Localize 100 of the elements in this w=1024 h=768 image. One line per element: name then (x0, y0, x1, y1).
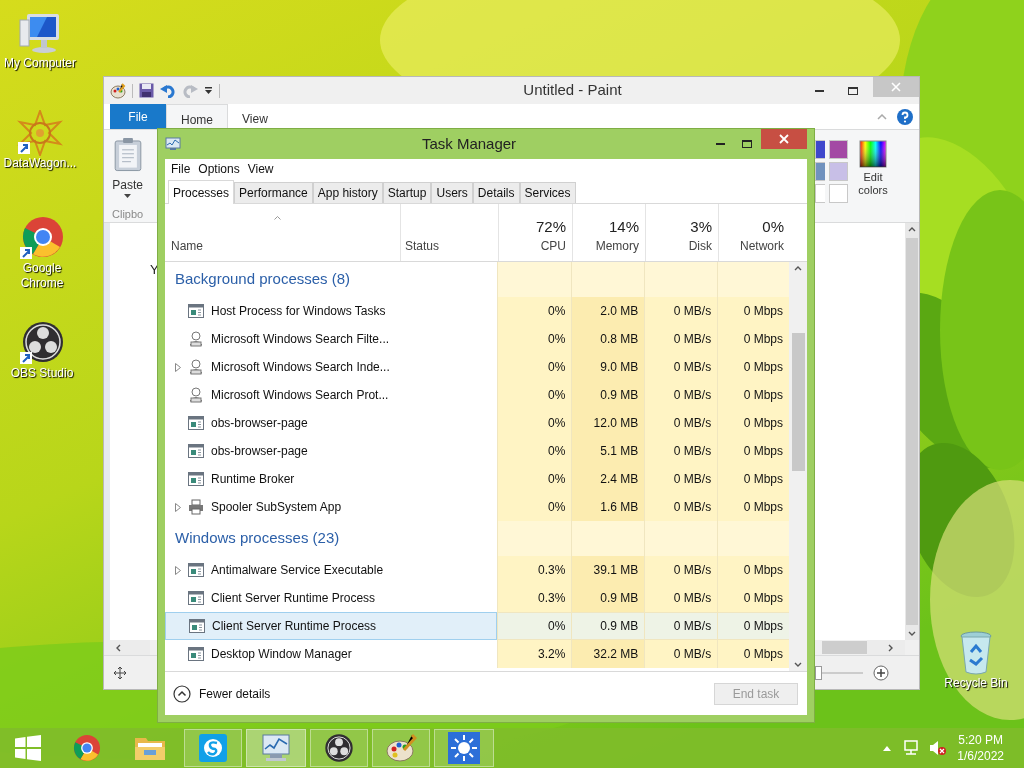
usage-value: 0% (548, 415, 566, 432)
process-name-cell[interactable]: Microsoft Windows Search Filte... (165, 325, 498, 353)
process-name-cell[interactable]: Desktop Window Manager (165, 640, 498, 668)
window-title: Untitled - Paint (522, 80, 623, 101)
muted-speaker-icon[interactable] (929, 740, 948, 756)
column-header[interactable]: Memory (595, 237, 639, 255)
process-name-cell[interactable]: Runtime Broker (165, 465, 498, 493)
edit-colors-button[interactable]: Edit colors (856, 140, 890, 197)
slider-thumb[interactable] (815, 665, 823, 680)
paste-label[interactable]: Paste (112, 175, 143, 194)
process-name-cell[interactable]: Client Server Runtime Process (165, 584, 498, 612)
taskbar-button[interactable] (434, 729, 494, 767)
scroll-down-icon[interactable] (794, 662, 802, 667)
usage-value: 2.4 MB (600, 471, 639, 488)
usage-value: 0.3% (538, 590, 566, 607)
ribbon-tab[interactable]: Home (166, 104, 228, 129)
maximize-icon (742, 140, 752, 148)
color-swatch[interactable] (829, 162, 848, 181)
menu-item[interactable]: File (168, 160, 194, 178)
tab[interactable]: Processes (168, 180, 235, 204)
group-header: Windows processes (23) (175, 528, 340, 549)
process-name-cell[interactable]: Antimalware Service Executable (165, 556, 498, 584)
usage-value: 1.6 MB (600, 499, 639, 516)
show-hidden-icons-icon[interactable] (883, 745, 892, 751)
expand-arrow-icon[interactable] (175, 502, 181, 512)
column-header[interactable]: Name (171, 237, 203, 255)
help-icon[interactable] (897, 108, 913, 125)
taskbar-button[interactable] (310, 729, 368, 767)
vertical-scrollbar[interactable] (789, 262, 807, 671)
vertical-scrollbar[interactable] (905, 223, 919, 640)
tab[interactable]: Users (431, 182, 473, 203)
scrollbar-thumb[interactable] (791, 333, 805, 471)
color-swatch[interactable] (815, 140, 825, 159)
usage-value: 0.9 MB (600, 618, 639, 635)
process-name: obs-browser-page (211, 443, 308, 460)
usage-value: 0 Mbps (743, 331, 784, 348)
tab[interactable]: App history (312, 182, 383, 203)
star-mandala-icon (17, 110, 63, 156)
expand-arrow-icon[interactable] (175, 362, 181, 372)
maximize-icon (848, 86, 858, 95)
tab[interactable]: Services (519, 182, 576, 203)
color-swatch[interactable] (829, 140, 848, 159)
process-name-cell[interactable]: Host Process for Windows Tasks (165, 297, 498, 325)
process-name: Desktop Window Manager (211, 646, 352, 663)
clipboard-icon[interactable] (112, 138, 143, 172)
usage-value: 0 Mbps (743, 387, 784, 404)
scroll-up-icon[interactable] (908, 227, 916, 232)
process-name-cell[interactable]: Microsoft Windows Search Prot... (165, 381, 498, 409)
tab[interactable]: Details (472, 182, 520, 203)
scroll-up-icon[interactable] (794, 266, 802, 271)
scrollbar-thumb[interactable] (906, 238, 918, 625)
color-swatch[interactable] (829, 184, 848, 203)
menu-item[interactable]: Options (195, 160, 243, 178)
rainbow-icon (859, 140, 887, 168)
usage-value: 0 MB/s (673, 646, 712, 663)
column-header[interactable]: Disk (688, 237, 712, 255)
scroll-left-button[interactable] (104, 640, 150, 655)
collapse-circle-icon[interactable] (173, 684, 191, 703)
color-swatch[interactable] (815, 184, 825, 203)
scrollbar-thumb[interactable] (822, 641, 867, 654)
usage-value: 0.9 MB (600, 387, 639, 404)
window-icon (188, 647, 204, 661)
dropdown-icon[interactable] (204, 86, 213, 95)
expand-arrow-icon[interactable] (175, 565, 181, 575)
fewer-details-link[interactable]: Fewer details (199, 684, 271, 703)
column-header[interactable]: Status (405, 237, 440, 255)
process-name: Antimalware Service Executable (211, 562, 384, 579)
windows-logo-icon (15, 735, 41, 761)
monitor-chart-icon (260, 733, 292, 763)
save-icon[interactable] (139, 83, 154, 98)
move-icon (114, 666, 126, 679)
caret-icon[interactable] (124, 193, 132, 198)
scroll-down-icon[interactable] (908, 631, 916, 636)
process-name-cell[interactable]: obs-browser-page (165, 409, 498, 437)
process-name-cell[interactable]: Spooler SubSystem App (165, 493, 498, 521)
ribbon-tab[interactable]: View (228, 104, 282, 129)
undo-icon[interactable] (160, 83, 176, 98)
network-icon[interactable] (903, 740, 920, 756)
color-swatch[interactable] (815, 162, 825, 181)
usage-value: 0 Mbps (743, 359, 784, 376)
usage-value: 12.0 MB (593, 415, 639, 432)
close-button[interactable] (761, 129, 807, 149)
tab[interactable]: Startup (382, 182, 432, 203)
tab[interactable]: Performance (234, 182, 313, 203)
file-tab[interactable]: File (110, 104, 166, 129)
process-name-cell[interactable]: obs-browser-page (165, 437, 498, 465)
column-header[interactable]: Network (740, 237, 784, 255)
zoom-in-icon[interactable] (873, 664, 889, 681)
palette-icon[interactable] (110, 82, 126, 99)
user-computer-icon (188, 359, 204, 375)
collapse-icon[interactable] (877, 113, 887, 120)
column-header[interactable]: CPU (540, 237, 566, 255)
usage-value: 0 Mbps (743, 303, 784, 320)
process-name-cell[interactable]: Client Server Runtime Process (165, 612, 498, 640)
redo-icon[interactable] (182, 83, 198, 98)
zoom-slider[interactable] (813, 665, 863, 680)
process-name-cell[interactable]: Microsoft Windows Search Inde... (165, 353, 498, 381)
usage-value: 0 MB/s (673, 303, 712, 320)
usage-value: 32.2 MB (593, 646, 639, 663)
menu-item[interactable]: View (244, 160, 277, 178)
